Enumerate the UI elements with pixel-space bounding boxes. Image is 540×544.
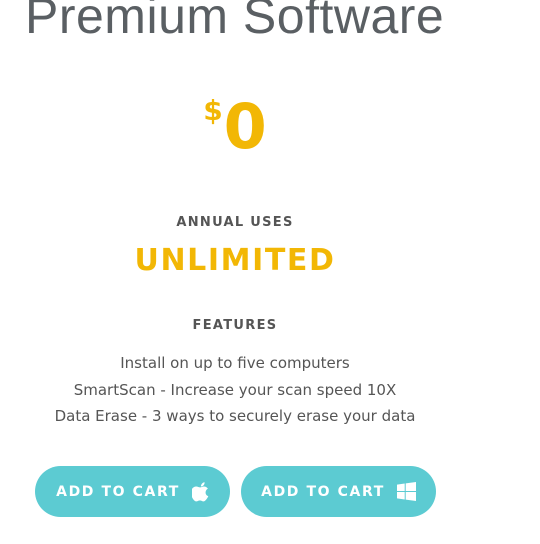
add-to-cart-label: ADD TO CART (261, 483, 385, 500)
page-title: Premium Software (25, 0, 445, 44)
add-to-cart-mac-button[interactable]: ADD TO CART (35, 466, 230, 517)
annual-uses-value: UNLIMITED (134, 243, 336, 278)
feature-item: Install on up to five computers (120, 354, 350, 372)
feature-item: SmartScan - Increase your scan speed 10X (73, 380, 397, 399)
features-label: FEATURES (192, 318, 278, 333)
apple-icon (191, 481, 209, 502)
feature-item: Data Erase - 3 ways to securely erase yo… (54, 407, 416, 425)
price: $0 (0, 92, 470, 162)
price-currency: $ (203, 94, 223, 127)
windows-icon (396, 482, 416, 501)
price-amount: 0 (223, 90, 267, 163)
features-list: Install on up to five computers SmartSca… (0, 350, 470, 430)
add-to-cart-label: ADD TO CART (56, 483, 180, 500)
add-to-cart-windows-button[interactable]: ADD TO CART (241, 466, 436, 517)
annual-uses-label: ANNUAL USES (176, 215, 294, 230)
